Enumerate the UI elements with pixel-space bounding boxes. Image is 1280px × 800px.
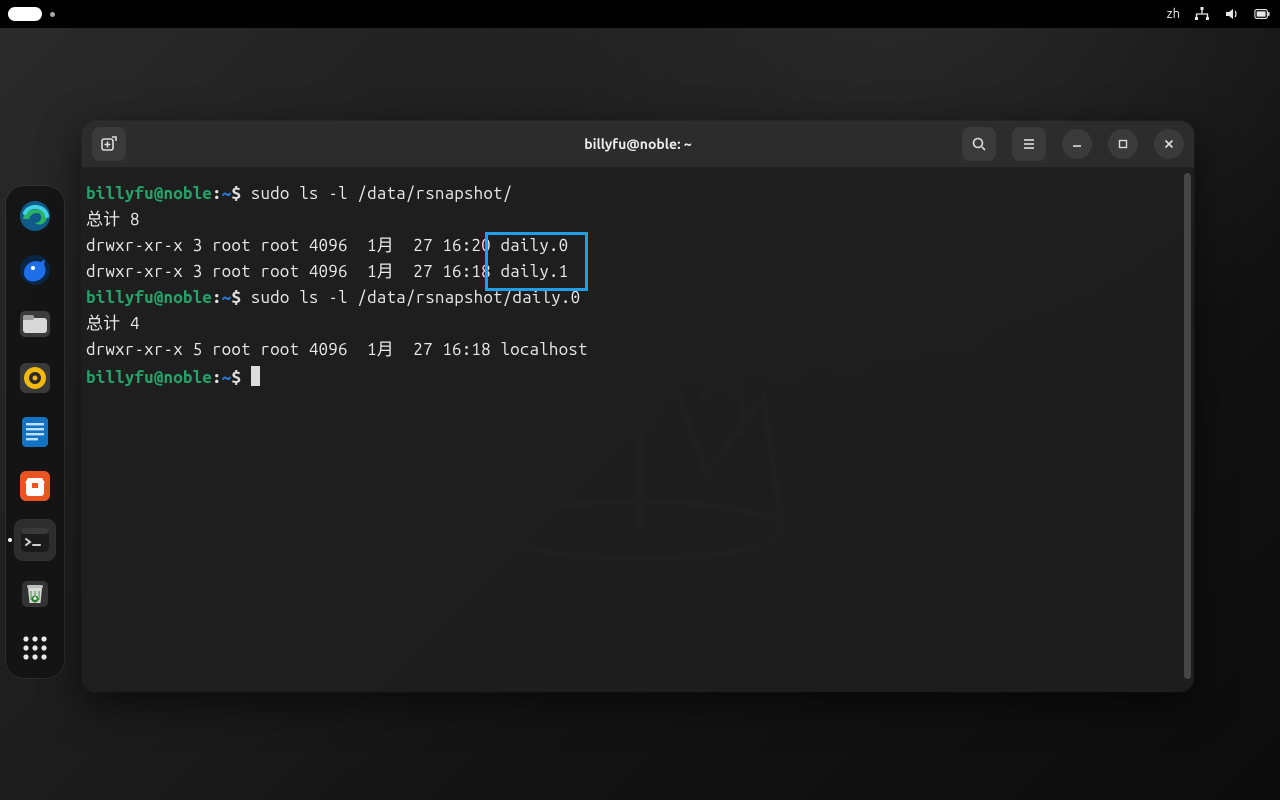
terminal-scrollbar[interactable]: [1184, 173, 1191, 679]
terminal-titlebar[interactable]: billyfu@noble: ~: [82, 121, 1194, 168]
dock-app-rhythmbox[interactable]: [15, 358, 55, 398]
gnome-top-panel: zh: [0, 0, 1280, 28]
volume-icon[interactable]: [1224, 6, 1240, 22]
terminal-window: billyfu@noble: ~ billyfu@noble:: [82, 121, 1194, 692]
terminal-line: billyfu@noble:~$ sudo ls -l /data/rsnaps…: [84, 181, 1194, 207]
maximize-button[interactable]: [1108, 129, 1138, 159]
terminal-line: drwxr-xr-x 5 root root 4096 1月 27 16:18 …: [84, 337, 1194, 363]
dock-app-edge[interactable]: [15, 196, 55, 236]
input-method-indicator[interactable]: zh: [1167, 7, 1180, 21]
new-tab-button[interactable]: [92, 127, 126, 161]
dock-running-indicator: [8, 538, 12, 542]
network-icon[interactable]: [1194, 6, 1210, 22]
workspace-dot: [50, 12, 55, 17]
minimize-button[interactable]: [1062, 129, 1092, 159]
activities-pill[interactable]: [8, 7, 42, 21]
dock-app-writer[interactable]: [15, 412, 55, 452]
dock-show-apps[interactable]: [15, 628, 55, 668]
terminal-line: 总计 8: [84, 207, 1194, 233]
terminal-line: billyfu@noble:~$ sudo ls -l /data/rsnaps…: [84, 285, 1194, 311]
dock-app-trash[interactable]: [15, 574, 55, 614]
panel-left-cluster[interactable]: [8, 7, 55, 21]
terminal-line: drwxr-xr-x 3 root root 4096 1月 27 16:20 …: [84, 233, 1194, 259]
terminal-cursor: [251, 366, 260, 386]
dock-app-terminal[interactable]: [15, 520, 55, 560]
terminal-line: 总计 4: [84, 311, 1194, 337]
dock-app-files[interactable]: [15, 304, 55, 344]
terminal-line: billyfu@noble:~$: [84, 363, 1194, 391]
dock-app-software[interactable]: [15, 466, 55, 506]
desktop-wallpaper: billyfu@noble: ~ billyfu@noble:: [0, 28, 1280, 800]
hamburger-menu-button[interactable]: [1012, 127, 1046, 161]
search-button[interactable]: [962, 127, 996, 161]
terminal-body[interactable]: billyfu@noble:~$ sudo ls -l /data/rsnaps…: [82, 167, 1194, 692]
dash-dock: [6, 186, 64, 678]
dock-app-thunderbird[interactable]: [15, 250, 55, 290]
terminal-line: drwxr-xr-x 3 root root 4096 1月 27 16:18 …: [84, 259, 1194, 285]
battery-icon[interactable]: [1254, 6, 1270, 22]
panel-right-cluster: zh: [1167, 6, 1270, 22]
close-button[interactable]: [1154, 129, 1184, 159]
